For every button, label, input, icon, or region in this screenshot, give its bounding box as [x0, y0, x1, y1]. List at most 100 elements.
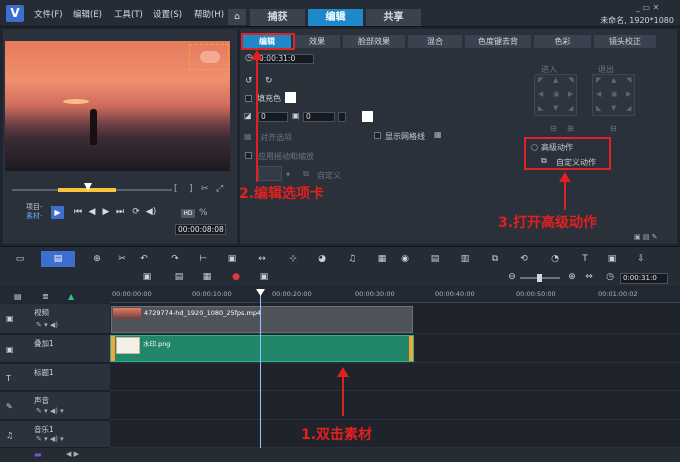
storyboard-view-icon[interactable]: ▭	[13, 254, 27, 265]
speed-icon[interactable]: ◔	[548, 254, 562, 265]
track-manager-icon[interactable]: ▤	[14, 292, 22, 301]
video-clip[interactable]: 4729774-hd_1920_1080_25fps.mp4	[111, 306, 413, 333]
3d-title-icon[interactable]: ▣	[605, 254, 619, 265]
undo-icon[interactable]: ↶	[137, 254, 151, 265]
menu-edit[interactable]: 编辑(E)	[73, 8, 102, 20]
timeline-view-icon[interactable]: ▤	[41, 251, 75, 267]
split-icon[interactable]: ✂	[201, 184, 209, 194]
tilt-checkbox[interactable]	[245, 152, 252, 159]
crop-icon[interactable]: ⊹	[286, 254, 300, 265]
expand-icon[interactable]: ⤢	[216, 184, 223, 194]
snapshot-icon[interactable]: ▣	[225, 254, 239, 265]
video-preview[interactable]	[5, 41, 230, 171]
project-mode[interactable]: 项目-	[26, 203, 43, 212]
redo-icon[interactable]: ↷	[168, 254, 182, 265]
track-controls[interactable]: ✎ ▾ ◀) ▾	[36, 407, 64, 415]
color-icon[interactable]: ◕	[315, 254, 329, 265]
clip-trim-right[interactable]	[409, 336, 413, 361]
tab-panel-lens[interactable]: 镜头校正	[594, 35, 656, 48]
menu-file[interactable]: 文件(F)	[34, 8, 63, 20]
tab-panel-face[interactable]: 脸部效果	[343, 35, 405, 48]
track-header-music[interactable]: ♫ 音乐1 ✎ ▾ ◀) ▾	[0, 421, 110, 448]
grid-checkbox[interactable]	[374, 132, 381, 139]
track-header-video[interactable]: ▣ 视频 ✎ ▾ ◀)	[0, 304, 110, 334]
tools-icon[interactable]: ✂	[115, 254, 129, 265]
timeline-timecode[interactable]: 0:00:31:0	[620, 273, 668, 284]
tab-panel-color[interactable]: 色彩	[534, 35, 591, 48]
track-header-title[interactable]: T 标题1	[0, 364, 110, 391]
panel-corner-icons[interactable]: ▣ ▤ ✎	[634, 233, 658, 241]
export-icon[interactable]: ⇩	[634, 254, 648, 265]
motion-track-icon[interactable]: ▦	[375, 254, 389, 265]
shadow-field[interactable]: 0	[303, 112, 335, 122]
menu-help[interactable]: 帮助(H)	[194, 8, 224, 20]
music-track[interactable]	[110, 421, 680, 448]
track-header-overlay[interactable]: ▣ 叠加1	[0, 335, 110, 363]
split-screen-icon[interactable]: ▥	[458, 254, 472, 265]
voice-track[interactable]	[110, 392, 680, 420]
grid-settings-icon[interactable]: ▦	[434, 130, 442, 139]
tab-capture[interactable]: 捕获	[250, 9, 305, 26]
add-track-icon[interactable]: ⊕	[90, 254, 104, 265]
fade-enter-icon[interactable]: ⊞	[567, 124, 574, 133]
duration-field[interactable]: 0:00:31:0	[256, 54, 314, 64]
zoom-in-icon[interactable]: ⊕	[565, 272, 579, 283]
tab-edit[interactable]: 编辑	[308, 9, 363, 26]
subtitle-icon[interactable]: ▤	[428, 254, 442, 265]
border-size-field[interactable]: 0	[258, 112, 288, 122]
menu-settings[interactable]: 设置(S)	[153, 8, 182, 20]
fit-icon[interactable]: ↔	[255, 254, 269, 265]
chapter-icon[interactable]: ≣	[42, 292, 49, 301]
overlay-clip[interactable]: 水印.png	[110, 335, 414, 362]
home-icon[interactable]: ⌂	[228, 9, 246, 25]
mark-in[interactable]: [	[174, 184, 178, 194]
repeat-icon[interactable]: ⟳	[130, 206, 142, 218]
tab-share[interactable]: 共享	[366, 9, 421, 26]
border-color-swatch[interactable]	[362, 111, 373, 122]
ripple-icon[interactable]: ▲	[68, 292, 74, 301]
trim-icon[interactable]: ⊢	[196, 254, 210, 265]
spin-field[interactable]	[338, 112, 346, 122]
go-end-icon[interactable]: ⏭	[114, 206, 126, 218]
mask-icon[interactable]: ⧉	[488, 254, 502, 265]
clip-trim-left[interactable]	[111, 336, 115, 361]
pause-enter-icon[interactable]: ⊟	[550, 124, 557, 133]
title-icon[interactable]: T	[578, 254, 592, 265]
track-header-voice[interactable]: ✎ 声音 ✎ ▾ ◀) ▾	[0, 392, 110, 420]
multicam-icon[interactable]: ◉	[398, 254, 412, 265]
custom-tilt[interactable]: 自定义	[317, 170, 341, 181]
zoom-dropdown[interactable]: %	[199, 208, 208, 218]
audio-mixer-icon[interactable]: ♫	[345, 254, 359, 265]
subtitle-edit-icon[interactable]: ▦	[200, 272, 214, 283]
fit-project-icon[interactable]: ⇔	[582, 272, 596, 283]
scene-icon[interactable]: ▣	[140, 272, 154, 283]
scroll-handle[interactable]: ▬	[34, 450, 42, 459]
rotate-left-icon[interactable]: ↺	[245, 76, 253, 86]
track-controls[interactable]: ✎ ▾ ◀)	[36, 321, 58, 329]
fill-color-swatch[interactable]	[285, 92, 296, 103]
volume-icon[interactable]: ◀)	[145, 206, 157, 218]
lock-icon[interactable]: ▤	[172, 272, 186, 283]
record-audio-icon[interactable]: ●	[229, 272, 243, 283]
track-controls[interactable]: ✎ ▾ ◀) ▾	[36, 435, 64, 443]
tilt-preset[interactable]	[258, 166, 282, 181]
watermark-selection[interactable]	[189, 44, 229, 70]
rotate-right-icon[interactable]: ↻	[265, 76, 273, 86]
tab-panel-effect[interactable]: 效果	[294, 35, 340, 48]
enter-direction-grid[interactable]: ◤ ▲ ◥ ◀ ▣ ▶ ◣ ▼ ◢	[534, 74, 577, 116]
mark-out[interactable]: ]	[189, 184, 193, 194]
zoom-out-icon[interactable]: ⊖	[505, 272, 519, 283]
prev-frame-icon[interactable]: ◀	[86, 206, 98, 218]
play-icon[interactable]: ▶	[51, 206, 64, 219]
exit-direction-grid[interactable]: ◤ ▲ ◥ ◀ ▣ ▶ ◣ ▼ ◢	[592, 74, 635, 116]
tab-panel-chroma[interactable]: 色度键去背	[465, 35, 531, 48]
next-frame-icon[interactable]: ▶	[100, 206, 112, 218]
player-timecode[interactable]: 00:00:08:08	[175, 224, 226, 235]
tab-panel-blend[interactable]: 混合	[408, 35, 462, 48]
align-options[interactable]: 对齐选项	[260, 132, 292, 143]
loop-icon[interactable]: ⟲	[517, 254, 531, 265]
tilt-dropdown-icon[interactable]: ▾	[286, 170, 290, 179]
playhead-line[interactable]	[260, 294, 261, 448]
clip-mode[interactable]: 素材-	[26, 212, 43, 221]
scroll-arrows[interactable]: ◀ ▶	[66, 450, 79, 458]
